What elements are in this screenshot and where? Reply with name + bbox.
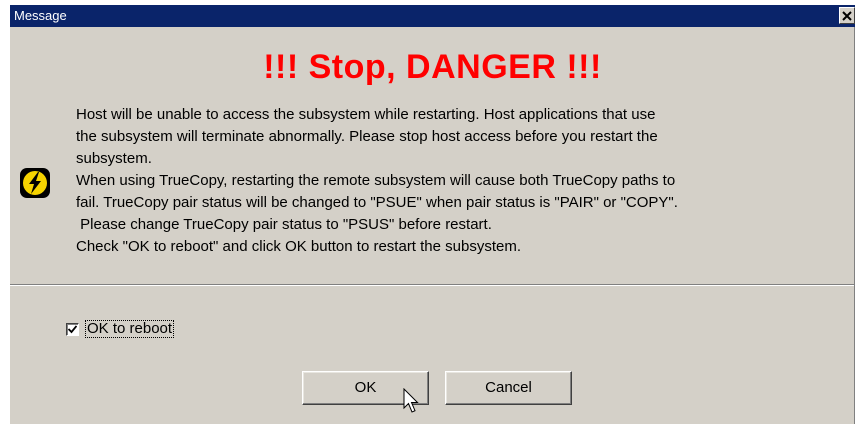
close-icon xyxy=(842,11,852,21)
message-line: Please change TrueCopy pair status to "P… xyxy=(76,216,492,233)
message-line: Host will be unable to access the subsys… xyxy=(76,106,656,123)
dialog-message: Host will be unable to access the subsys… xyxy=(76,104,846,258)
message-line: Check "OK to reboot" and click OK button… xyxy=(76,238,522,255)
title-bar[interactable]: Message xyxy=(10,5,855,27)
window-title: Message xyxy=(14,8,67,23)
window-left-edge xyxy=(0,0,10,424)
danger-heading: !!! Stop, DANGER !!! xyxy=(263,48,602,86)
ok-to-reboot-option[interactable]: OK to reboot xyxy=(66,319,175,339)
message-line: the subsystem will terminate abnormally.… xyxy=(76,128,658,145)
warning-lightning-icon xyxy=(19,167,51,199)
message-line: When using TrueCopy, restarting the remo… xyxy=(76,172,676,189)
mouse-pointer-icon xyxy=(403,388,419,413)
message-line: fail. TrueCopy pair status will be chang… xyxy=(76,194,678,211)
separator xyxy=(10,284,855,286)
dialog-body: !!! Stop, DANGER !!! Host will be unable… xyxy=(10,27,855,424)
checkmark-icon xyxy=(68,324,77,333)
ok-to-reboot-checkbox[interactable] xyxy=(66,322,79,336)
close-button[interactable] xyxy=(839,7,855,24)
ok-to-reboot-label[interactable]: OK to reboot xyxy=(85,320,175,338)
cancel-button[interactable]: Cancel xyxy=(445,371,572,405)
message-line: subsystem. xyxy=(76,150,152,167)
message-dialog: Message !!! Stop, DANGER !!! Host will b… xyxy=(0,0,855,424)
